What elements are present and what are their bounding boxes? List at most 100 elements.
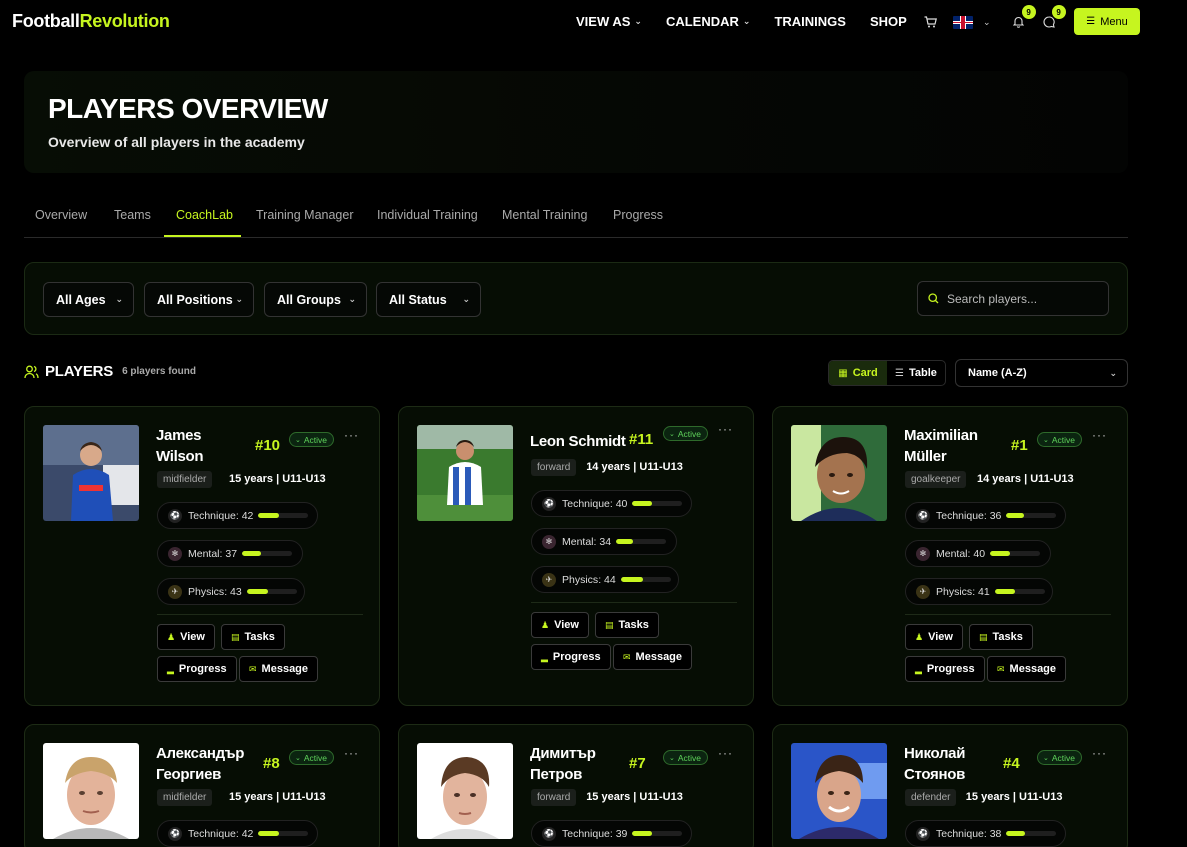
card-view-button[interactable]: ▦ Card	[829, 361, 887, 385]
more-options-icon[interactable]: ···	[1092, 428, 1107, 442]
stat-bar	[258, 831, 309, 836]
tasks-button[interactable]: ▤ Tasks	[595, 612, 659, 638]
stat-value: 40	[615, 497, 628, 510]
nav-shop[interactable]: SHOP	[870, 14, 907, 29]
stat-label: Physics	[562, 573, 599, 586]
hamburger-icon: ☰	[1086, 16, 1096, 27]
table-view-button[interactable]: ☰ Table	[887, 361, 945, 385]
nav-calendar[interactable]: CALENDAR ⌄	[666, 14, 751, 29]
position-tag: forward	[531, 789, 577, 806]
message-button[interactable]: ✉ Message	[987, 656, 1067, 682]
active-tab-indicator	[164, 235, 241, 237]
player-card[interactable]: Leon Schmidt #11 ⌄ Active ··· forward 14…	[398, 406, 754, 706]
player-name[interactable]: Николай Стоянов	[904, 743, 965, 785]
player-photo	[43, 743, 139, 839]
progress-button[interactable]: ▂ Progress	[157, 656, 237, 682]
envelope-icon: ✉	[623, 651, 631, 662]
card-divider	[531, 602, 737, 603]
stat-bar	[620, 577, 671, 582]
chat-icon[interactable]: 9	[1041, 5, 1066, 30]
physics-icon: ✈	[542, 572, 556, 587]
chevron-down-icon: ⌄	[1109, 368, 1117, 378]
tab-individual-training[interactable]: Individual Training	[377, 208, 478, 222]
stat-physics: ✈ Physics: 43	[157, 578, 305, 605]
tab-overview[interactable]: Overview	[35, 208, 87, 222]
stat-bar-fill	[990, 551, 1011, 556]
page-hero: PLAYERS OVERVIEW Overview of all players…	[24, 71, 1128, 173]
view-toggle: ▦ Card ☰ Table	[828, 360, 946, 386]
player-card[interactable]: Николай Стоянов #4 ⌄ Active ··· defender…	[772, 724, 1128, 847]
player-name[interactable]: Leon Schmidt	[530, 431, 626, 452]
player-name[interactable]: James Wilson	[156, 425, 204, 467]
chevron-down-icon[interactable]: ⌄	[983, 17, 991, 28]
stat-bar	[632, 501, 683, 506]
bar-chart-icon: ▂	[915, 663, 922, 674]
filter-positions-select[interactable]: All Positions ⌄	[144, 282, 254, 317]
chevron-down-icon: ⌄	[1043, 754, 1049, 762]
bell-icon[interactable]: 9	[1011, 5, 1036, 30]
notifications-badge: 9	[1021, 5, 1036, 19]
message-button[interactable]: ✉ Message	[239, 656, 319, 682]
language-flag-icon[interactable]	[953, 15, 973, 29]
view-button-label: View	[180, 631, 205, 643]
tasks-button-label: Tasks	[244, 631, 275, 643]
tasks-button[interactable]: ▤ Tasks	[221, 624, 285, 650]
physics-icon: ✈	[168, 584, 182, 599]
filter-groups-select[interactable]: All Groups ⌄	[264, 282, 367, 317]
tab-mental-training[interactable]: Mental Training	[502, 208, 587, 222]
player-card[interactable]: Maximilian Müller #1 ⌄ Active ··· goalke…	[772, 406, 1128, 706]
filter-ages-select[interactable]: All Ages ⌄	[43, 282, 134, 317]
nav-trainings-label: TRAININGS	[774, 14, 846, 29]
more-options-icon[interactable]: ···	[1092, 746, 1107, 760]
view-button[interactable]: ♟ View	[905, 624, 963, 650]
nav-trainings[interactable]: TRAININGS	[774, 14, 846, 29]
message-button[interactable]: ✉ Message	[613, 644, 693, 670]
player-card[interactable]: Александър Георгиев #8 ⌄ Active ··· midf…	[24, 724, 380, 847]
stat-value: 40	[973, 547, 986, 560]
filter-status-select[interactable]: All Status ⌄	[376, 282, 481, 317]
player-name[interactable]: Александър Георгиев	[156, 743, 244, 785]
player-name[interactable]: Maximilian Müller	[904, 425, 978, 467]
stat-bar	[246, 589, 297, 594]
search-input[interactable]	[947, 291, 1097, 306]
tasks-button[interactable]: ▤ Tasks	[969, 624, 1033, 650]
nav-view-as-label: VIEW AS	[576, 14, 631, 29]
technique-icon: ⚽	[916, 508, 930, 523]
tab-progress[interactable]: Progress	[613, 208, 663, 222]
nav-icons: ⌄ 9 9	[922, 5, 1066, 32]
cart-icon[interactable]	[922, 14, 938, 30]
player-card[interactable]: James Wilson #10 ⌄ Active ··· midfielder…	[24, 406, 380, 706]
more-options-icon[interactable]: ···	[344, 746, 359, 760]
filter-status-value: All Status	[389, 292, 447, 307]
position-tag: forward	[531, 459, 577, 476]
stat-value: 41	[978, 585, 990, 598]
menu-button-label: Menu	[1100, 15, 1128, 28]
nav-view-as[interactable]: VIEW AS ⌄	[576, 14, 642, 29]
progress-button[interactable]: ▂ Progress	[905, 656, 985, 682]
progress-button[interactable]: ▂ Progress	[531, 644, 611, 670]
position-tag: midfielder	[157, 789, 213, 806]
sort-select[interactable]: Name (A-Z) ⌄	[955, 359, 1128, 387]
menu-button[interactable]: ☰ Menu	[1074, 8, 1140, 35]
stat-physics: ✈ Physics: 41	[905, 578, 1053, 605]
more-options-icon[interactable]: ···	[718, 422, 733, 436]
page-subtitle: Overview of all players in the academy	[48, 134, 305, 150]
messages-badge: 9	[1051, 5, 1066, 19]
tab-training-manager[interactable]: Training Manager	[256, 208, 354, 222]
brand-logo[interactable]: FootballRevolution	[12, 11, 170, 32]
more-options-icon[interactable]: ···	[344, 428, 359, 442]
stat-value: 42	[241, 827, 254, 840]
progress-button-label: Progress	[926, 663, 975, 675]
tab-teams[interactable]: Teams	[114, 208, 151, 222]
stat-bar-fill	[632, 501, 653, 506]
player-name-line1: Николай	[904, 745, 966, 762]
view-button[interactable]: ♟ View	[531, 612, 589, 638]
stat-bar-fill	[1006, 513, 1025, 518]
stat-value: 44	[604, 573, 616, 586]
player-name[interactable]: Димитър Петров	[530, 743, 596, 785]
mental-icon: ✻	[168, 546, 182, 561]
player-card[interactable]: Димитър Петров #7 ⌄ Active ··· forward 1…	[398, 724, 754, 847]
view-button[interactable]: ♟ View	[157, 624, 215, 650]
tab-coachlab[interactable]: CoachLab	[176, 208, 233, 222]
more-options-icon[interactable]: ···	[718, 746, 733, 760]
